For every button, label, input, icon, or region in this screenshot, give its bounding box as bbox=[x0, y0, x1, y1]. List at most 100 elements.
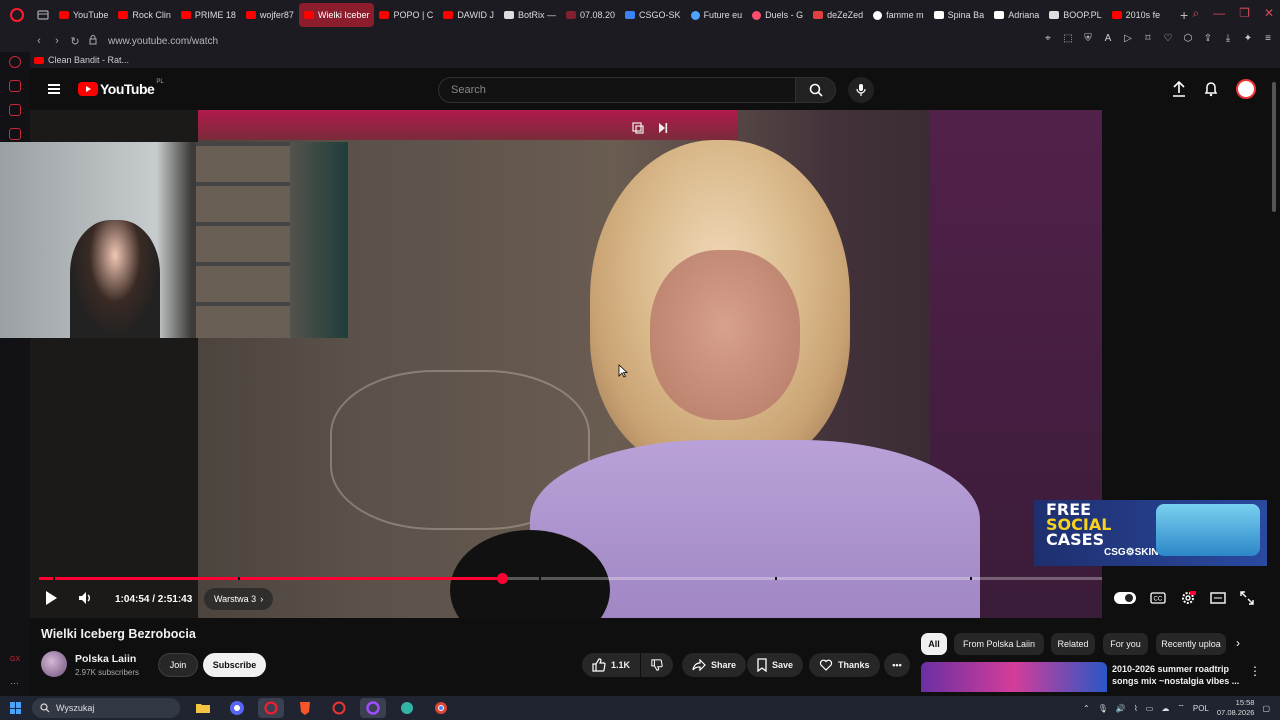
back-icon[interactable]: ‹ bbox=[30, 35, 48, 47]
chips-next-chevron-icon[interactable]: › bbox=[1236, 636, 1240, 650]
account-avatar[interactable] bbox=[1236, 79, 1256, 99]
chip-all[interactable]: All bbox=[921, 633, 947, 655]
volume-button[interactable] bbox=[78, 590, 94, 606]
file-explorer-icon[interactable] bbox=[190, 698, 216, 718]
browser-tab[interactable]: Rock Clin bbox=[113, 3, 176, 27]
menu-icon[interactable]: ≡ bbox=[1262, 33, 1274, 44]
recommendation-title[interactable]: 2010-2026 summer roadtrip songs mix ~nos… bbox=[1112, 663, 1242, 687]
ad-banner[interactable]: FREE SOCIAL CASES CSG⚙SKINS bbox=[1034, 500, 1267, 566]
brave-app-icon[interactable] bbox=[292, 698, 318, 718]
edge-app-icon[interactable] bbox=[394, 698, 420, 718]
bookmark-icon[interactable]: ⌑ bbox=[1142, 33, 1154, 44]
browser-tab[interactable]: PRIME 18 bbox=[176, 3, 241, 27]
save-button[interactable]: Save bbox=[747, 653, 804, 677]
twitch-icon[interactable] bbox=[9, 128, 21, 140]
browser-tab[interactable]: CSGO-SK bbox=[620, 3, 686, 27]
like-button[interactable]: 1.1K bbox=[582, 653, 640, 677]
heart-icon[interactable]: ♡ bbox=[1162, 33, 1174, 44]
taskbar-clock[interactable]: 15:58 07.08.2026 bbox=[1217, 698, 1255, 718]
minimize-button[interactable]: — bbox=[1213, 6, 1225, 21]
search-input[interactable]: Search bbox=[438, 77, 796, 103]
subscribe-button[interactable]: Subscribe bbox=[203, 653, 266, 677]
network-tray-icon[interactable]: ⌇ bbox=[1134, 704, 1138, 713]
browser-tab[interactable]: Future eu bbox=[686, 3, 748, 27]
browser-tab[interactable]: Spina Ba bbox=[929, 3, 990, 27]
share-button[interactable]: Share bbox=[682, 653, 747, 677]
browser-tab[interactable]: BotRix — bbox=[499, 3, 561, 27]
close-window-button[interactable]: ✕ bbox=[1264, 6, 1274, 21]
voice-search-button[interactable] bbox=[848, 77, 874, 103]
page-scrollbar[interactable] bbox=[1272, 82, 1276, 212]
browser-tab[interactable]: wojfer87 bbox=[241, 3, 299, 27]
menu-hamburger-icon[interactable] bbox=[48, 84, 60, 94]
play-icon[interactable]: ▷ bbox=[1122, 33, 1134, 44]
captions-icon[interactable]: CC bbox=[1150, 592, 1166, 604]
play-button[interactable] bbox=[44, 590, 58, 606]
theater-mode-icon[interactable] bbox=[1210, 592, 1226, 604]
join-button[interactable]: Join bbox=[158, 653, 198, 677]
recommendation-thumbnail[interactable] bbox=[921, 662, 1107, 692]
skip-next-icon[interactable] bbox=[658, 122, 668, 134]
browser-tab[interactable]: Wielki Iceber bbox=[298, 3, 375, 27]
chip-recently-uploaded[interactable]: Recently uploa bbox=[1156, 633, 1226, 655]
monitor-tray-icon[interactable]: ▭ bbox=[1146, 704, 1154, 713]
opera-logo-icon[interactable] bbox=[10, 8, 24, 22]
gx-icon[interactable]: GX bbox=[10, 656, 20, 663]
share-icon[interactable]: ⇪ bbox=[1202, 33, 1214, 44]
more-actions-button[interactable]: ••• bbox=[884, 653, 910, 677]
chip-from-channel[interactable]: From Polska Laiin bbox=[954, 633, 1044, 655]
wifi-tray-icon[interactable]: ⌔ bbox=[1177, 703, 1185, 713]
windows-start-icon[interactable] bbox=[10, 702, 22, 714]
settings-gear-icon[interactable] bbox=[1180, 590, 1196, 606]
browser-tab[interactable]: famme m bbox=[868, 3, 929, 27]
browser-tab[interactable]: YouTube bbox=[54, 3, 113, 27]
autoplay-toggle[interactable] bbox=[1114, 592, 1136, 604]
pin-icon[interactable]: ⌖ bbox=[1042, 33, 1054, 44]
opera-purple-app-icon[interactable] bbox=[360, 698, 386, 718]
chip-for-you[interactable]: For you bbox=[1103, 633, 1148, 655]
reload-icon[interactable]: ↻ bbox=[66, 35, 84, 48]
extensions-icon[interactable]: ⬡ bbox=[1182, 33, 1194, 44]
browser-tab[interactable]: deZeZed bbox=[808, 3, 868, 27]
new-tab-button[interactable]: + bbox=[1174, 7, 1194, 23]
browser-tab[interactable]: POPO | C bbox=[374, 3, 438, 27]
taskbar-search[interactable]: Wyszukaj bbox=[32, 698, 180, 718]
progress-bar[interactable] bbox=[39, 573, 1102, 584]
chapter-button[interactable]: Warstwa 3 › bbox=[204, 588, 274, 610]
bag-icon[interactable] bbox=[9, 80, 21, 92]
fullscreen-icon[interactable] bbox=[1240, 591, 1254, 605]
browser-tab[interactable]: BOOP.PL bbox=[1044, 3, 1106, 27]
tray-chevron-icon[interactable]: ⌃ bbox=[1083, 704, 1090, 713]
channel-avatar[interactable] bbox=[41, 651, 67, 677]
language-indicator[interactable]: POL bbox=[1193, 704, 1209, 713]
upload-icon[interactable] bbox=[1172, 81, 1186, 97]
channel-name[interactable]: Polska Laiin bbox=[75, 653, 136, 665]
chip-related[interactable]: Related bbox=[1051, 633, 1095, 655]
browser-tab[interactable]: Adriana bbox=[989, 3, 1044, 27]
youtube-logo[interactable]: YouTube PL bbox=[78, 79, 164, 97]
shield-icon[interactable]: ⛨ bbox=[1082, 33, 1094, 44]
miniplayer-icon[interactable] bbox=[632, 122, 644, 134]
discord-app-icon[interactable] bbox=[224, 698, 250, 718]
more-icon[interactable]: … bbox=[10, 676, 19, 686]
chrome-app-icon[interactable] bbox=[428, 698, 454, 718]
translate-icon[interactable]: A bbox=[1102, 33, 1114, 44]
maximize-button[interactable]: ❐ bbox=[1239, 6, 1250, 21]
browser-tab[interactable]: DAWID J bbox=[438, 3, 499, 27]
cloud-tray-icon[interactable]: ☁ bbox=[1161, 704, 1169, 713]
browser-tab[interactable]: 07.08.20 bbox=[561, 3, 620, 27]
browser-tab[interactable]: Duels - G bbox=[747, 3, 808, 27]
notifications-tray-icon[interactable]: ▢ bbox=[1262, 704, 1270, 713]
opera-sidebar-logo-icon[interactable] bbox=[9, 56, 21, 68]
microphone-tray-icon[interactable]: 🎙 bbox=[1098, 704, 1108, 713]
opera-gx-app-icon[interactable] bbox=[258, 698, 284, 718]
bookmark-item[interactable]: Clean Bandit - Rat... bbox=[48, 55, 129, 65]
search-button[interactable] bbox=[796, 77, 836, 103]
forward-icon[interactable]: › bbox=[48, 35, 66, 47]
thanks-button[interactable]: Thanks bbox=[809, 653, 880, 677]
snapshot-icon[interactable]: ⬚ bbox=[1062, 33, 1074, 44]
ai-icon[interactable]: ✦ bbox=[1242, 33, 1254, 44]
opera-app-icon[interactable] bbox=[326, 698, 352, 718]
url-field[interactable]: www.youtube.com/watch bbox=[108, 36, 218, 47]
browser-tab[interactable]: 2010s fe bbox=[1107, 3, 1166, 27]
